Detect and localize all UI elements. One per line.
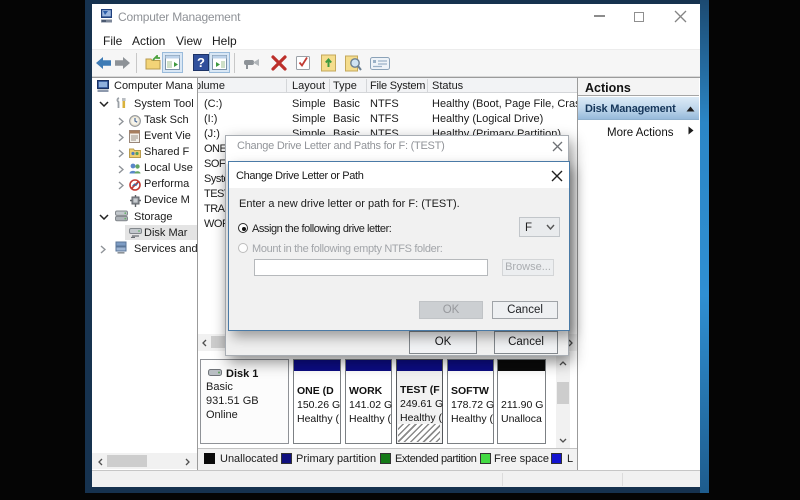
svg-text:?: ? xyxy=(197,55,205,70)
